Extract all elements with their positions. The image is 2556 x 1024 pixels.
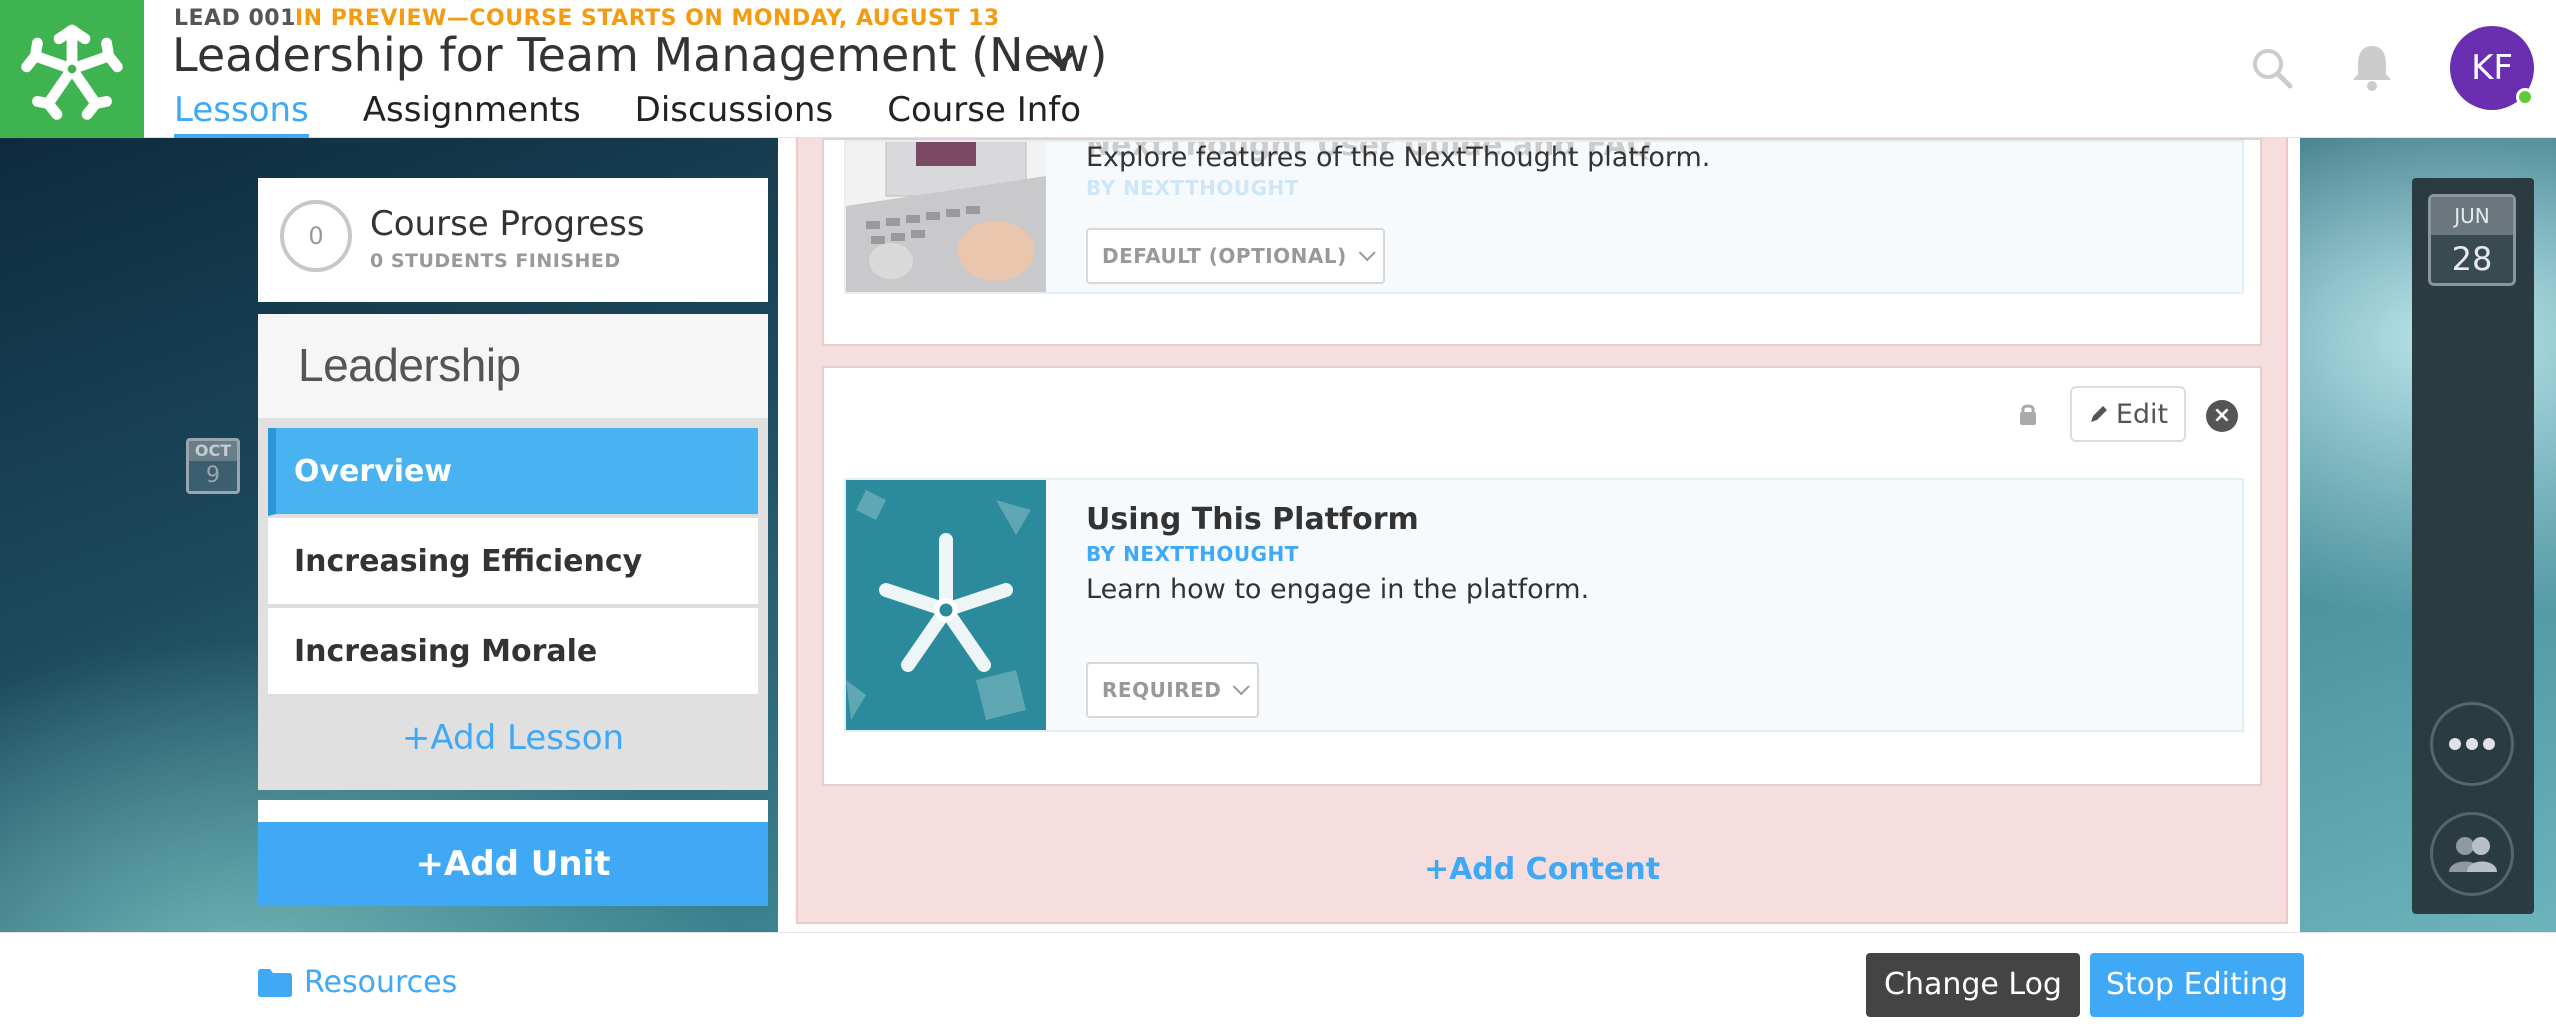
content-item-description: Learn how to engage in the platform. xyxy=(1086,574,1590,605)
tab-course-info[interactable]: Course Info xyxy=(887,88,1081,138)
contacts-icon xyxy=(2449,837,2497,872)
logo-star-icon xyxy=(21,24,123,120)
contacts-button[interactable] xyxy=(2430,812,2514,896)
course-header: LEAD 001 IN PREVIEW—COURSE STARTS ON MON… xyxy=(0,0,2556,138)
unit-divider xyxy=(258,800,768,822)
calendar-widget[interactable]: JUN 28 xyxy=(2428,194,2516,286)
more-icon xyxy=(2449,738,2495,750)
requirement-select[interactable]: DEFAULT (OPTIONAL) xyxy=(1086,228,1385,284)
unit-title[interactable]: Leadership xyxy=(298,338,521,392)
content-item[interactable]: Using This Platform BY NEXTTHOUGHT Learn… xyxy=(844,478,2244,732)
add-unit-button[interactable]: +Add Unit xyxy=(258,822,768,906)
pencil-icon xyxy=(2090,406,2107,422)
tab-lessons[interactable]: Lessons xyxy=(174,88,309,138)
user-avatar[interactable]: KF xyxy=(2450,26,2534,110)
lesson-item-overview[interactable]: Overview xyxy=(268,428,758,516)
content-item-author: BY NEXTTHOUGHT xyxy=(1086,542,1299,566)
lesson-item-increasing-morale[interactable]: Increasing Morale xyxy=(268,608,758,696)
progress-subtitle: 0 STUDENTS FINISHED xyxy=(370,250,621,272)
calendar-day: 28 xyxy=(2431,235,2513,283)
resources-link[interactable]: Resources xyxy=(258,965,457,1000)
course-tabs: Lessons Assignments Discussions Course I… xyxy=(174,88,1081,138)
edit-button-label: Edit xyxy=(2115,398,2169,430)
edit-button[interactable]: Edit xyxy=(2070,386,2186,442)
online-status-indicator xyxy=(2516,88,2534,106)
change-log-button[interactable]: Change Log xyxy=(1866,953,2080,1017)
date-badge-month: OCT xyxy=(189,441,237,461)
content-item-author: BY NEXTTHOUGHT xyxy=(1086,176,1299,200)
unit-header: Leadership xyxy=(258,314,768,418)
content-card: Using This Platform BY NEXTTHOUGHT Learn… xyxy=(822,366,2262,786)
right-sidebar: JUN 28 xyxy=(2412,178,2534,914)
chevron-down-icon xyxy=(1233,678,1251,696)
content-item-description: Explore features of the NextThought plat… xyxy=(1086,142,1711,173)
search-icon[interactable] xyxy=(2250,46,2294,90)
more-options-button[interactable] xyxy=(2430,702,2514,786)
course-progress-card[interactable]: 0 Course Progress 0 STUDENTS FINISHED xyxy=(258,178,768,302)
chevron-down-icon[interactable] xyxy=(1040,40,1080,80)
tab-discussions[interactable]: Discussions xyxy=(635,88,834,138)
editor-footer: Resources Change Log Stop Editing xyxy=(0,932,2556,1024)
avatar-initials: KF xyxy=(2471,48,2513,88)
add-content-button[interactable]: +Add Content xyxy=(796,852,2288,887)
platform-thumbnail-image xyxy=(846,480,1046,730)
progress-ring: 0 xyxy=(280,200,352,272)
unit-panel: Leadership Overview Increasing Efficienc… xyxy=(258,314,768,790)
resources-label: Resources xyxy=(304,965,458,1000)
chevron-down-icon xyxy=(1358,244,1376,262)
tab-assignments[interactable]: Assignments xyxy=(363,88,581,138)
lesson-item-increasing-efficiency[interactable]: Increasing Efficiency xyxy=(268,518,758,606)
bell-icon[interactable] xyxy=(2350,42,2394,92)
lock-icon[interactable] xyxy=(2018,402,2038,426)
laptop-thumbnail-image xyxy=(846,142,1046,292)
requirement-select-value: REQUIRED xyxy=(1102,678,1222,702)
add-lesson-button[interactable]: +Add Lesson xyxy=(258,718,768,758)
lesson-date-badge: OCT 9 xyxy=(186,438,240,494)
content-item[interactable]: NextThought User Guide and FAQ BY NEXTTH… xyxy=(844,140,2244,294)
requirement-select[interactable]: REQUIRED xyxy=(1086,662,1260,718)
content-card: NextThought User Guide and FAQ BY NEXTTH… xyxy=(822,138,2262,346)
progress-title: Course Progress xyxy=(370,204,645,244)
nextthought-logo[interactable] xyxy=(0,0,144,138)
calendar-month: JUN xyxy=(2431,197,2513,235)
requirement-select-value: DEFAULT (OPTIONAL) xyxy=(1102,244,1347,268)
close-icon[interactable]: × xyxy=(2206,400,2238,432)
content-item-title[interactable]: Using This Platform xyxy=(1086,502,1419,537)
course-title[interactable]: Leadership for Team Management (New) xyxy=(172,28,1107,82)
folder-icon xyxy=(258,968,292,997)
date-badge-day: 9 xyxy=(206,463,220,488)
stop-editing-button[interactable]: Stop Editing xyxy=(2090,953,2304,1017)
